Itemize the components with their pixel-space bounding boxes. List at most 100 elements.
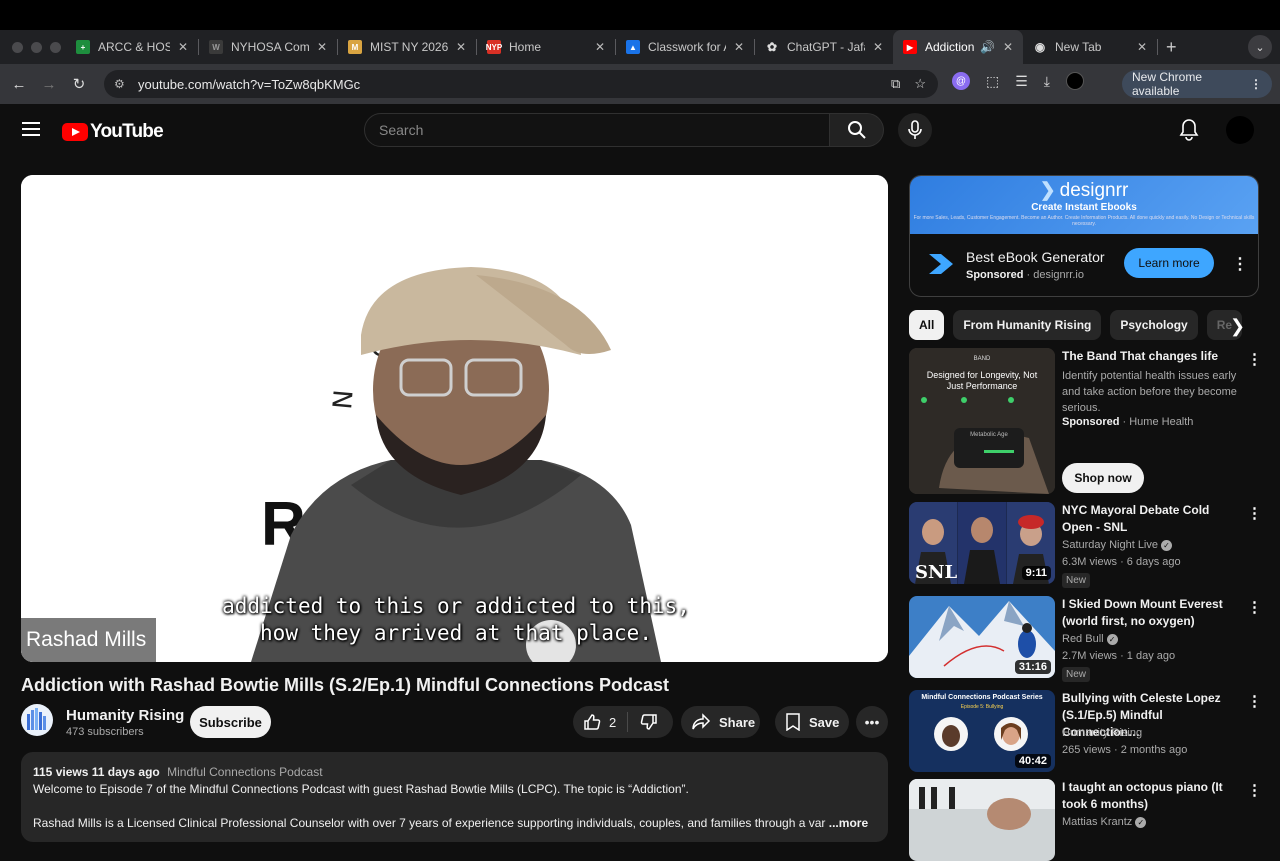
download-icon[interactable]: ⤓	[1044, 73, 1050, 90]
save-button[interactable]: Save	[775, 706, 849, 738]
shop-now-button[interactable]: Shop now	[1062, 463, 1144, 493]
browser-tab[interactable]: ✿ ChatGPT - Jafa ✕	[755, 33, 893, 61]
channel-name[interactable]: Saturday Night Live	[1062, 539, 1158, 551]
kebab-menu-icon[interactable]: ⋮	[1247, 598, 1262, 616]
dislike-button[interactable]	[628, 713, 658, 731]
sponsored-ad-card[interactable]: ❯ designrr Create Instant Ebooks For more…	[909, 175, 1259, 297]
chip-from-channel[interactable]: From Humanity Rising	[953, 310, 1102, 340]
views-date: 115 views 11 days ago	[33, 765, 160, 779]
chrome-update-button[interactable]: New Chrome available ⋮	[1122, 70, 1272, 98]
video-thumbnail[interactable]: Mindful Connections Podcast Series Episo…	[909, 690, 1055, 772]
browser-tab-active[interactable]: ▶ Addiction w🔊✕	[893, 30, 1023, 64]
video-thumbnail[interactable]: BAND Designed for Longevity, Not Just Pe…	[909, 348, 1055, 494]
bookmark-star-icon[interactable]: ☆	[914, 76, 926, 92]
browser-tab[interactable]: NYP Home ✕	[477, 33, 615, 61]
voice-search-button[interactable]	[898, 113, 932, 147]
browser-tab[interactable]: ◉ New Tab ✕	[1023, 33, 1157, 61]
video-title[interactable]: I taught an octopus piano (It took 6 mon…	[1062, 779, 1240, 813]
video-title[interactable]: NYC Mayoral Debate Cold Open - SNL	[1062, 502, 1240, 536]
close-tab-icon[interactable]: ✕	[734, 40, 744, 54]
zoom-window-button[interactable]	[50, 41, 61, 53]
kebab-menu-icon[interactable]: ⋮	[1247, 692, 1262, 710]
like-button[interactable]: 2	[573, 712, 628, 732]
learn-more-button[interactable]: Learn more	[1124, 248, 1214, 278]
channel-avatar[interactable]	[21, 704, 53, 736]
close-window-button[interactable]	[12, 41, 23, 53]
video-thumbnail[interactable]: SNL 9:11	[909, 502, 1055, 584]
search-input[interactable]: Search	[364, 113, 830, 147]
youtube-icon: ▶	[903, 40, 917, 54]
kebab-menu-icon[interactable]: ⋮	[1247, 350, 1262, 368]
tab-search-button[interactable]: ⌄	[1248, 35, 1272, 59]
ad-brand: designrr	[1059, 180, 1129, 201]
account-avatar[interactable]	[1226, 116, 1254, 144]
reading-list-icon[interactable]: ☰	[1015, 73, 1028, 90]
svg-text:Designed for Longevity, Not: Designed for Longevity, Not	[927, 370, 1038, 380]
nyp-icon: NYP	[486, 40, 502, 54]
audio-icon[interactable]: 🔊	[980, 40, 995, 54]
subscribe-button[interactable]: Subscribe	[190, 706, 271, 738]
back-button[interactable]: ←	[8, 76, 30, 93]
chip-all[interactable]: All	[909, 310, 945, 340]
browser-tab[interactable]: W NYHOSA Comp ✕	[199, 33, 337, 61]
channel-name[interactable]: Humanity Rising	[1062, 727, 1142, 739]
close-tab-icon[interactable]: ✕	[1137, 40, 1147, 54]
video-thumbnail[interactable]: 31:16	[909, 596, 1055, 678]
video-title[interactable]: I Skied Down Mount Everest (world first,…	[1062, 596, 1240, 630]
channel-line: Mattias Krantz ✓	[1062, 816, 1147, 828]
kebab-menu-icon[interactable]: ⋮	[1247, 781, 1262, 799]
share-button[interactable]: Share	[681, 706, 760, 738]
video-title[interactable]: The Band That changes life	[1062, 348, 1240, 365]
kebab-menu-icon[interactable]: ⋮	[1232, 254, 1248, 274]
channel-name[interactable]: Humanity Rising	[66, 707, 184, 724]
show-more-link[interactable]: ...more	[829, 816, 868, 830]
close-tab-icon[interactable]: ✕	[317, 40, 327, 54]
close-tab-icon[interactable]: ✕	[595, 40, 605, 54]
cast-icon[interactable]: ⧉	[891, 76, 900, 92]
youtube-header: YouTube Search	[0, 104, 1280, 156]
more-actions-button[interactable]: •••	[856, 706, 888, 738]
site-settings-icon[interactable]: ⚙	[114, 77, 130, 91]
sponsored-recommendation[interactable]: BAND Designed for Longevity, Not Just Pe…	[909, 348, 1269, 496]
kebab-menu-icon[interactable]: ⋮	[1247, 504, 1262, 522]
close-tab-icon[interactable]: ✕	[873, 40, 883, 54]
kebab-menu-icon[interactable]: ⋮	[1250, 77, 1262, 91]
youtube-logo[interactable]: YouTube	[62, 121, 164, 143]
address-bar[interactable]: ⚙ youtube.com/watch?v=ToZw8qbKMGc ⧉ ☆	[104, 70, 938, 98]
recommended-video[interactable]: Mindful Connections Podcast Series Episo…	[909, 690, 1269, 776]
podcast-tag[interactable]: Mindful Connections Podcast	[167, 765, 322, 779]
extension-icon[interactable]: @	[952, 72, 970, 90]
browser-tab[interactable]: M MIST NY 2026 ✕	[338, 33, 476, 61]
recommended-video[interactable]: 31:16 I Skied Down Mount Everest (world …	[909, 596, 1269, 682]
ad-tagline: Create Instant Ebooks	[1031, 202, 1137, 213]
browser-tab[interactable]: ▲ Classwork for A ✕	[616, 33, 754, 61]
video-thumbnail[interactable]	[909, 779, 1055, 861]
extensions-puzzle-icon[interactable]: ⬚	[986, 73, 999, 90]
search-button[interactable]	[830, 113, 884, 147]
minimize-window-button[interactable]	[31, 41, 42, 53]
video-player[interactable]: N o w Let Ra b Rashad Mills addicted to …	[21, 175, 888, 662]
channel-name[interactable]: Red Bull	[1062, 633, 1104, 645]
channel-name[interactable]: Mattias Krantz	[1062, 816, 1132, 828]
forward-button[interactable]: →	[38, 76, 60, 93]
notifications-bell-icon[interactable]	[1178, 118, 1200, 147]
browser-toolbar: ← → ↻ ⚙ youtube.com/watch?v=ToZw8qbKMGc …	[0, 64, 1280, 104]
close-tab-icon[interactable]: ✕	[178, 40, 188, 54]
svg-text:Just Performance: Just Performance	[947, 381, 1018, 391]
sheets-icon: +	[76, 40, 90, 54]
profile-avatar[interactable]	[1066, 72, 1084, 90]
share-label: Share	[719, 714, 756, 730]
new-tab-button[interactable]: +	[1166, 37, 1177, 58]
verified-check-icon: ✓	[1135, 816, 1147, 828]
recommended-video[interactable]: I taught an octopus piano (It took 6 mon…	[909, 779, 1269, 861]
recommended-video[interactable]: SNL 9:11 NYC Mayoral Debate Cold Open - …	[909, 502, 1269, 588]
description-box[interactable]: 115 views 11 days ago Mindful Connection…	[21, 752, 888, 842]
chip-psychology[interactable]: Psychology	[1110, 310, 1198, 340]
browser-tab[interactable]: + ARCC & HOSA-✕	[66, 33, 198, 61]
menu-icon[interactable]	[22, 122, 40, 140]
chevron-right-icon[interactable]: ❯	[1230, 316, 1245, 337]
close-tab-icon[interactable]: ✕	[1003, 40, 1013, 54]
reload-button[interactable]: ↻	[68, 75, 90, 93]
close-tab-icon[interactable]: ✕	[456, 40, 466, 54]
ad-banner[interactable]: ❯ designrr Create Instant Ebooks For more…	[910, 176, 1258, 234]
